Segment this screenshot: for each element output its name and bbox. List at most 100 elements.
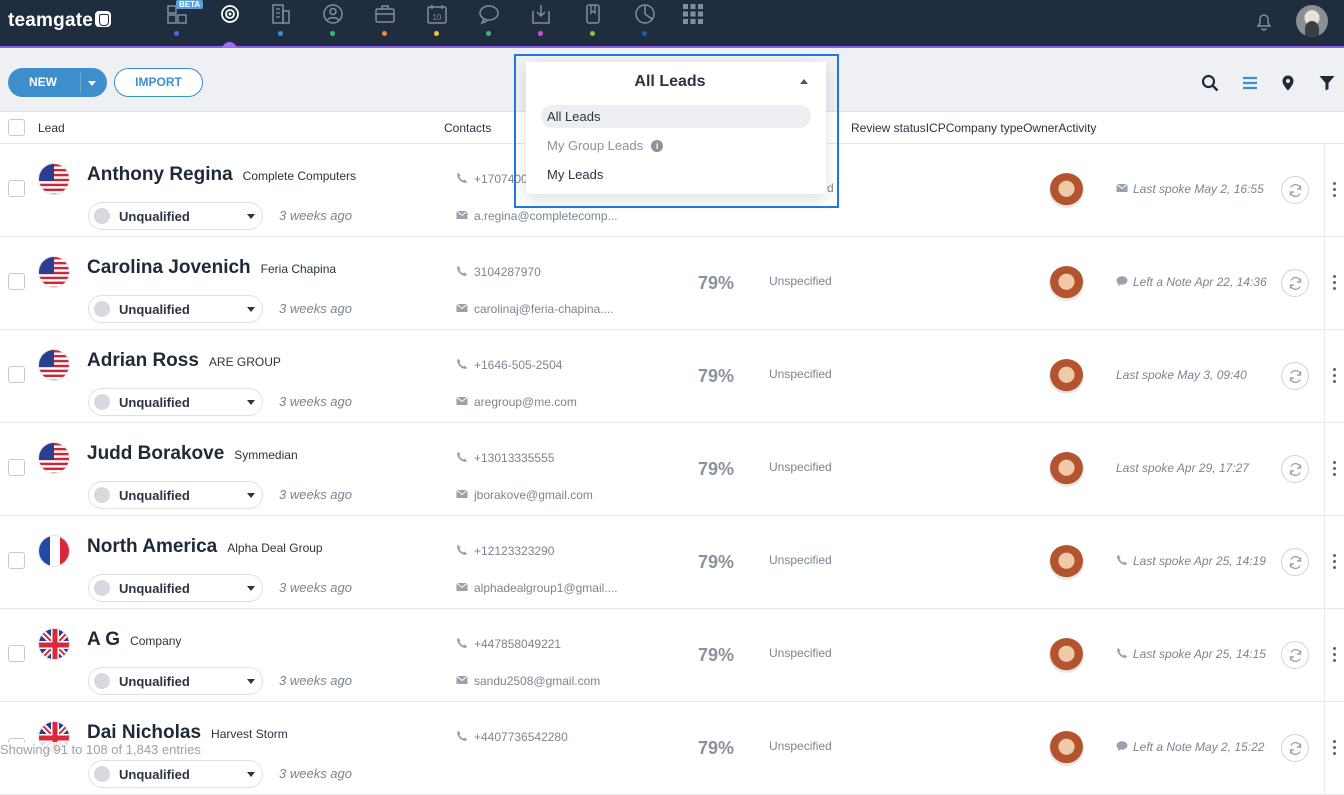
- email-contact[interactable]: a.regina@completecomp...: [456, 209, 618, 223]
- list-view-icon[interactable]: [1241, 74, 1259, 92]
- lead-status-select[interactable]: Unqualified: [88, 202, 263, 230]
- row-more-menu-icon[interactable]: [1333, 740, 1337, 756]
- contacts-person-icon[interactable]: [322, 3, 344, 25]
- row-more-menu-icon[interactable]: [1333, 461, 1337, 477]
- logo-hand-icon: [95, 11, 112, 27]
- new-lead-button[interactable]: NEW: [8, 68, 107, 97]
- inbox-icon[interactable]: [530, 3, 552, 25]
- lead-company[interactable]: Feria Chapina: [261, 262, 336, 276]
- lead-company[interactable]: Symmedian: [234, 448, 297, 462]
- refresh-icon[interactable]: [1281, 269, 1309, 297]
- phone-icon: [456, 358, 468, 370]
- row-more-menu-icon[interactable]: [1333, 275, 1337, 291]
- notifications-bell-icon[interactable]: [1254, 11, 1274, 31]
- search-icon[interactable]: [1201, 74, 1219, 92]
- lead-status-select[interactable]: Unqualified: [88, 481, 263, 509]
- email-icon: [456, 674, 468, 686]
- lead-status-select[interactable]: Unqualified: [88, 295, 263, 323]
- lead-company[interactable]: Company: [130, 634, 181, 648]
- status-dot-icon: [94, 673, 110, 689]
- lead-name-link[interactable]: Carolina Jovenich Feria Chapina: [87, 257, 336, 279]
- email-contact[interactable]: carolinaj@feria-chapina....: [456, 302, 614, 316]
- documents-icon[interactable]: [582, 3, 604, 25]
- table-row[interactable]: Adrian Ross ARE GROUP Unqualified 3 weeks a…: [0, 330, 1344, 423]
- owner-avatar[interactable]: [1049, 173, 1084, 208]
- select-all-checkbox[interactable]: [8, 119, 25, 136]
- phone-contact[interactable]: 3104287970: [456, 265, 541, 279]
- lead-name-link[interactable]: Anthony Regina Complete Computers: [87, 164, 356, 186]
- reports-pie-icon[interactable]: [634, 3, 656, 25]
- chat-icon[interactable]: [478, 3, 500, 25]
- deals-briefcase-icon[interactable]: [374, 3, 396, 25]
- refresh-icon[interactable]: [1281, 176, 1309, 204]
- email-contact[interactable]: jborakove@gmail.com: [456, 488, 593, 502]
- owner-avatar[interactable]: [1049, 359, 1084, 394]
- import-button[interactable]: IMPORT: [114, 68, 203, 97]
- lead-name-link[interactable]: Adrian Ross ARE GROUP: [87, 350, 281, 372]
- email-contact[interactable]: alphadealgroup1@gmail....: [456, 581, 618, 595]
- leads-target-icon[interactable]: [219, 3, 241, 25]
- phone-contact[interactable]: +447858049221: [456, 637, 561, 651]
- calendar-icon[interactable]: 10: [426, 3, 448, 25]
- apps-grid-icon[interactable]: [682, 3, 704, 25]
- refresh-icon[interactable]: [1281, 455, 1309, 483]
- lead-name-link[interactable]: Dai Nicholas Harvest Storm: [87, 722, 288, 744]
- phone-contact[interactable]: +13013335555: [456, 451, 554, 465]
- lead-company[interactable]: Complete Computers: [243, 169, 356, 183]
- nav-indicator-dot: [434, 31, 439, 36]
- lead-company[interactable]: Alpha Deal Group: [227, 541, 322, 555]
- email-icon: [456, 488, 468, 500]
- row-more-menu-icon[interactable]: [1333, 182, 1337, 198]
- new-dropdown-caret-icon[interactable]: [88, 81, 96, 86]
- row-more-menu-icon[interactable]: [1333, 647, 1337, 663]
- phone-contact[interactable]: +1646-505-2504: [456, 358, 562, 372]
- row-checkbox[interactable]: [8, 459, 25, 476]
- table-row[interactable]: A G Company Unqualified 3 weeks ago +4478580…: [0, 609, 1344, 702]
- refresh-icon[interactable]: [1281, 548, 1309, 576]
- row-checkbox[interactable]: [8, 366, 25, 383]
- table-row[interactable]: North America Alpha Deal Group Unqualified…: [0, 516, 1344, 609]
- row-more-menu-icon[interactable]: [1333, 368, 1337, 384]
- refresh-icon[interactable]: [1281, 734, 1309, 762]
- row-checkbox[interactable]: [8, 552, 25, 569]
- column-header-lead[interactable]: Lead: [38, 121, 65, 135]
- companies-building-icon[interactable]: [270, 3, 292, 25]
- lead-company[interactable]: ARE GROUP: [209, 355, 281, 369]
- lead-company[interactable]: Harvest Storm: [211, 727, 288, 741]
- email-contact[interactable]: sandu2508@gmail.com: [456, 674, 600, 688]
- owner-avatar[interactable]: [1049, 731, 1084, 766]
- table-row[interactable]: Judd Borakove Symmedian Unqualified 3 weeks…: [0, 423, 1344, 516]
- last-activity: Last spoke Apr 25, 14:19: [1116, 554, 1266, 568]
- lead-name-link[interactable]: A G Company: [87, 629, 181, 651]
- lead-status-select[interactable]: Unqualified: [88, 574, 263, 602]
- chevron-down-icon: [247, 679, 255, 684]
- phone-contact[interactable]: +4407736542280: [456, 730, 568, 744]
- owner-avatar[interactable]: [1049, 266, 1084, 301]
- row-checkbox[interactable]: [8, 645, 25, 662]
- column-divider: [1324, 237, 1325, 330]
- owner-avatar[interactable]: [1049, 638, 1084, 673]
- lead-status-select[interactable]: Unqualified: [88, 667, 263, 695]
- user-avatar[interactable]: [1296, 5, 1328, 37]
- phone-contact[interactable]: +12123323290: [456, 544, 554, 558]
- lead-name-link[interactable]: Judd Borakove Symmedian: [87, 443, 298, 465]
- email-contact[interactable]: aregroup@me.com: [456, 395, 577, 409]
- column-header-contacts[interactable]: Contacts: [444, 121, 491, 135]
- owner-avatar[interactable]: [1049, 545, 1084, 580]
- refresh-icon[interactable]: [1281, 362, 1309, 390]
- filter-icon[interactable]: [1318, 74, 1336, 92]
- table-row[interactable]: Carolina Jovenich Feria Chapina Unqualifie…: [0, 237, 1344, 330]
- row-checkbox[interactable]: [8, 180, 25, 197]
- row-checkbox[interactable]: [8, 273, 25, 290]
- row-more-menu-icon[interactable]: [1333, 554, 1337, 570]
- refresh-icon[interactable]: [1281, 641, 1309, 669]
- teamgate-logo[interactable]: teamgate: [8, 10, 112, 32]
- country-flag-icon: [38, 163, 70, 195]
- status-dot-icon: [94, 208, 110, 224]
- lead-status-select[interactable]: Unqualified: [88, 388, 263, 416]
- owner-avatar[interactable]: [1049, 452, 1084, 487]
- lead-status-select[interactable]: Unqualified: [88, 760, 263, 788]
- lead-name-link[interactable]: North America Alpha Deal Group: [87, 536, 323, 558]
- map-pin-icon[interactable]: [1279, 74, 1297, 92]
- column-header-group[interactable]: Review statusICPCompany typeOwnerActivit…: [851, 121, 1096, 135]
